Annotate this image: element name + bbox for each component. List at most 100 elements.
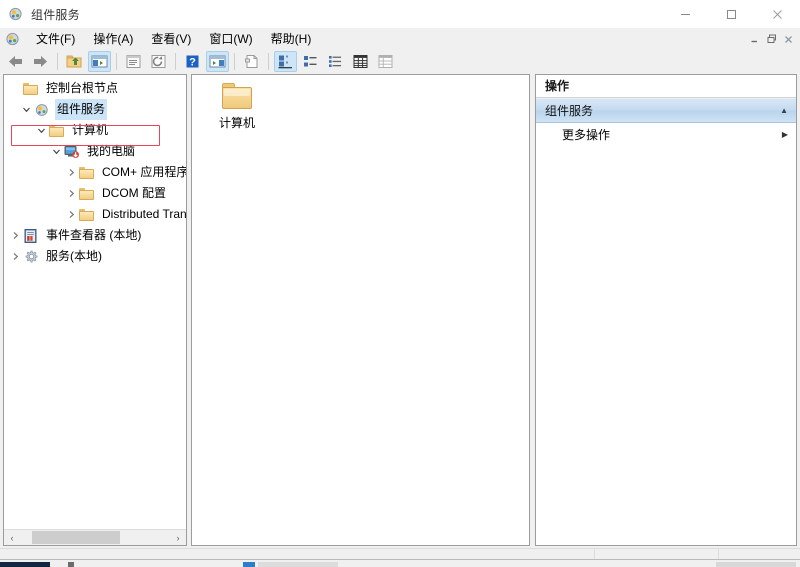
tree-node-console-root[interactable]: 控制台根节点 xyxy=(4,78,186,99)
close-button[interactable] xyxy=(754,0,800,28)
svg-text:?: ? xyxy=(189,56,196,68)
window-title: 组件服务 xyxy=(31,7,80,22)
toolbar: ? xyxy=(0,50,800,73)
event-viewer-icon xyxy=(23,228,39,244)
properties-button[interactable] xyxy=(122,51,145,72)
windows-taskbar xyxy=(0,559,800,567)
toolbar-separator xyxy=(234,53,235,70)
chevron-right-icon[interactable] xyxy=(8,246,23,267)
tree-node-my-computer[interactable]: 我的电脑 xyxy=(4,141,186,162)
toolbar-separator xyxy=(175,53,176,70)
export-list-button[interactable] xyxy=(240,51,263,72)
mdi-window-controls xyxy=(746,31,800,47)
scrollbar-thumb[interactable] xyxy=(32,531,120,544)
chevron-down-icon[interactable] xyxy=(34,120,49,141)
show-hide-action-pane-button[interactable] xyxy=(206,51,229,72)
tree-node-component-services[interactable]: 组件服务 xyxy=(4,99,186,120)
folder-icon xyxy=(79,186,95,202)
tree-node-label: 组件服务 xyxy=(55,99,108,120)
tree-horizontal-scrollbar[interactable]: ‹ › xyxy=(4,529,186,545)
help-button[interactable]: ? xyxy=(181,51,204,72)
scrollbar-track[interactable] xyxy=(20,530,170,545)
scroll-left-arrow-icon[interactable]: ‹ xyxy=(4,530,20,545)
view-report-button[interactable] xyxy=(374,51,397,72)
actions-panel-title: 操作 xyxy=(536,75,796,98)
view-list-button[interactable] xyxy=(324,51,347,72)
menu-help[interactable]: 帮助(H) xyxy=(262,28,321,50)
services-gear-icon xyxy=(23,249,39,265)
actions-group-label: 组件服务 xyxy=(545,104,594,118)
toolbar-separator xyxy=(116,53,117,70)
back-button[interactable] xyxy=(4,51,27,72)
tree-node-event-viewer[interactable]: 事件查看器 (本地) xyxy=(4,225,186,246)
folder-icon xyxy=(23,81,39,97)
chevron-right-icon[interactable] xyxy=(64,204,79,225)
window-controls xyxy=(662,0,800,28)
menu-window[interactable]: 窗口(W) xyxy=(200,28,261,50)
chevron-down-icon[interactable] xyxy=(19,99,34,120)
actions-item-label: 更多操作 xyxy=(562,127,611,142)
tree-expander-spacer xyxy=(8,78,23,99)
tree-node-label: Distributed Trans xyxy=(102,207,186,221)
mdi-close-button[interactable] xyxy=(780,31,797,47)
toolbar-separator xyxy=(57,53,58,70)
taskbar-app-button[interactable] xyxy=(243,562,255,567)
tree-node-distributed-transaction[interactable]: Distributed Trans xyxy=(4,204,186,225)
system-tray[interactable] xyxy=(716,562,796,567)
chevron-up-icon[interactable]: ▲ xyxy=(780,106,788,115)
start-button[interactable] xyxy=(0,562,50,567)
component-services-icon xyxy=(5,31,21,47)
tree-node-label: 计算机 xyxy=(72,123,109,137)
chevron-right-icon: ▶ xyxy=(781,129,788,139)
title-bar: 组件服务 xyxy=(0,0,800,28)
chevron-right-icon[interactable] xyxy=(64,162,79,183)
mdi-restore-button[interactable] xyxy=(763,31,780,47)
tree-node-label: 事件查看器 (本地) xyxy=(46,228,142,242)
refresh-button[interactable] xyxy=(147,51,170,72)
chevron-right-icon[interactable] xyxy=(64,183,79,204)
chevron-right-icon[interactable] xyxy=(8,225,23,246)
taskbar-pinned-item[interactable] xyxy=(68,562,74,567)
taskbar-app-button[interactable] xyxy=(258,562,338,567)
menu-file[interactable]: 文件(F) xyxy=(27,28,84,50)
component-services-icon xyxy=(8,6,24,22)
tree-node-services[interactable]: 服务(本地) xyxy=(4,246,186,267)
tree-node-com-plus-applications[interactable]: COM+ 应用程序 xyxy=(4,162,186,183)
view-large-icons-button[interactable] xyxy=(274,51,297,72)
menu-action[interactable]: 操作(A) xyxy=(84,28,142,50)
status-cell-main xyxy=(0,549,594,559)
scroll-right-arrow-icon[interactable]: › xyxy=(170,530,186,545)
folder-icon xyxy=(222,83,252,109)
list-item[interactable]: 计算机 xyxy=(205,83,269,131)
console-tree-panel: 控制台根节点 组件服务 计算机 我的电脑 COM+ 应用程序 DCOM 配置 D… xyxy=(3,74,187,546)
up-one-level-button[interactable] xyxy=(63,51,86,72)
chevron-down-icon[interactable] xyxy=(49,141,64,162)
result-list-panel: 计算机 xyxy=(191,74,530,546)
folder-icon xyxy=(49,123,65,139)
maximize-button[interactable] xyxy=(708,0,754,28)
component-services-icon xyxy=(34,102,50,118)
status-bar xyxy=(0,548,800,559)
view-detail-button[interactable] xyxy=(349,51,372,72)
menu-view[interactable]: 查看(V) xyxy=(142,28,200,50)
actions-panel: 操作 组件服务 ▲ 更多操作 ▶ xyxy=(535,74,797,546)
tree-node-label: COM+ 应用程序 xyxy=(102,165,186,179)
forward-button[interactable] xyxy=(29,51,52,72)
folder-icon xyxy=(79,165,95,181)
view-small-icons-button[interactable] xyxy=(299,51,322,72)
mdi-minimize-button[interactable] xyxy=(746,31,763,47)
folder-icon xyxy=(79,207,95,223)
my-computer-icon xyxy=(64,144,80,160)
tree-node-dcom-config[interactable]: DCOM 配置 xyxy=(4,183,186,204)
show-hide-tree-button[interactable] xyxy=(88,51,111,72)
status-cell-secondary xyxy=(594,549,718,559)
list-item-label: 计算机 xyxy=(218,116,255,130)
actions-item-more-actions[interactable]: 更多操作 ▶ xyxy=(536,123,796,145)
minimize-button[interactable] xyxy=(662,0,708,28)
menu-bar: 文件(F) 操作(A) 查看(V) 窗口(W) 帮助(H) xyxy=(0,28,800,50)
component-services-window: 组件服务 文件(F) 操作(A) 查看(V) 窗口(W) 帮助(H) ? 控制台… xyxy=(0,0,800,567)
tree-node-computers[interactable]: 计算机 xyxy=(4,120,186,141)
tree-node-label: 控制台根节点 xyxy=(46,81,119,95)
console-tree: 控制台根节点 组件服务 计算机 我的电脑 COM+ 应用程序 DCOM 配置 D… xyxy=(4,75,186,529)
actions-group-header-component-services[interactable]: 组件服务 ▲ xyxy=(536,98,796,123)
